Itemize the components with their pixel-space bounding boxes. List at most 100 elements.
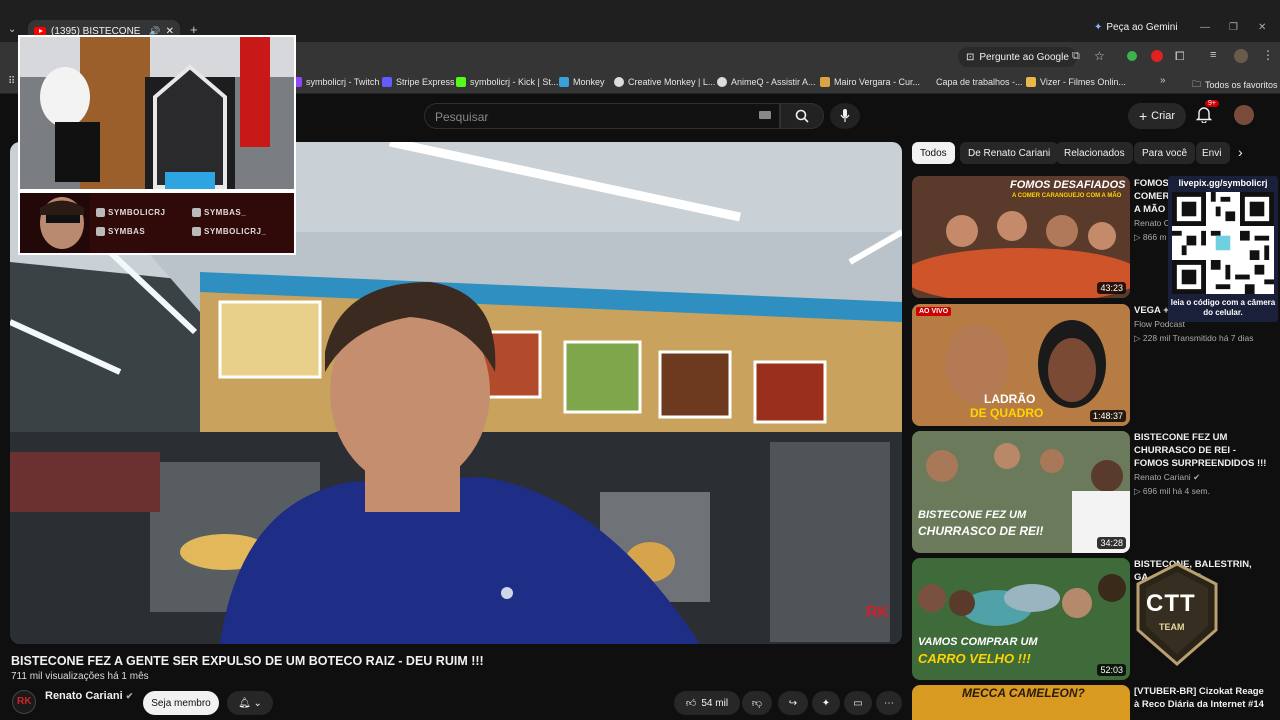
voice-search-button[interactable] — [830, 103, 860, 129]
bookmark-mairo[interactable]: Mairo Vergara - Cur... — [820, 77, 920, 87]
kick-icon — [192, 227, 201, 236]
share-button[interactable]: ↪ — [778, 691, 808, 715]
video-duration: 43:23 — [1097, 282, 1126, 294]
search-icon — [795, 109, 809, 123]
extension-red-icon[interactable] — [1151, 50, 1163, 62]
bookmark-label: Vizer - Filmes Onlin... — [1040, 77, 1126, 87]
create-button[interactable]: + Criar — [1128, 103, 1186, 129]
social-tiktok-handle: SYMBAS_ — [192, 208, 246, 217]
bookmark-label: Creative Monkey | L... — [628, 77, 716, 87]
minimize-window-icon[interactable]: — — [1200, 22, 1210, 33]
media-controls-icon[interactable]: ≡ — [1210, 49, 1216, 61]
chip-label: Todos — [920, 147, 947, 159]
gemini-label: Peça ao Gemini — [1106, 22, 1178, 33]
bookmark-kick[interactable]: symbolicrj - Kick | St... — [456, 77, 558, 87]
account-avatar[interactable] — [1234, 105, 1254, 125]
recommendation-channel[interactable]: Renato Cariani ✔ — [1134, 472, 1200, 483]
monkey-icon — [559, 77, 569, 87]
all-bookmarks-folder[interactable]: 🗀 Todos os favoritos — [1192, 77, 1278, 93]
stripe-icon — [382, 77, 392, 87]
chip-todos[interactable]: Todos — [912, 142, 955, 164]
bookmark-animeq[interactable]: AnimeQ - Assistir A... — [717, 77, 816, 87]
bookmark-star-icon[interactable]: ☆ — [1094, 49, 1105, 63]
thumbs-up-icon: 👍︎ — [685, 698, 697, 709]
thanks-button[interactable]: ✦ — [812, 691, 840, 715]
chip-para-voce[interactable]: Para você — [1134, 142, 1196, 164]
bookmark-capa[interactable]: Capa de trabalhos -... — [922, 77, 1023, 87]
recommendation-title[interactable]: BISTECONE FEZ UM CHURRASCO DE REI - FOMO… — [1134, 431, 1270, 470]
search-input[interactable]: Pesquisar — [424, 103, 780, 129]
join-button[interactable]: Seja membro — [143, 691, 219, 715]
notifications-button[interactable]: 9+ — [1195, 100, 1219, 128]
play-icon: ▷ — [1134, 486, 1143, 496]
channel-name-link[interactable]: Renato Cariani ✔ — [45, 690, 133, 702]
thumbnail-headline: LADRÃO — [984, 392, 1036, 406]
more-bookmarks-icon[interactable]: » — [1160, 75, 1166, 86]
verified-badge-icon: ✔ — [125, 691, 134, 701]
extensions-puzzle-icon[interactable]: ⧠ — [1175, 49, 1185, 64]
cast-icon[interactable]: ⧉ — [1072, 50, 1080, 63]
chips-next-chevron-icon[interactable]: › — [1238, 144, 1243, 160]
extension-green-icon[interactable] — [1127, 51, 1137, 61]
close-window-icon[interactable]: ✕ — [1258, 22, 1266, 33]
recommendation-thumbnail[interactable]: BISTECONE FEZ UM CHURRASCO DE REI! 34:28 — [912, 431, 1130, 553]
keyboard-icon[interactable] — [759, 111, 771, 119]
verified-badge-icon: ✔ — [1193, 472, 1201, 482]
recommendation-title[interactable]: [VTUBER-BR] Cizokat Reage à Reco Diária … — [1134, 685, 1270, 720]
dislike-button[interactable]: 👎︎ — [742, 691, 772, 715]
views-text: 696 mil há 4 sem. — [1142, 486, 1210, 496]
globe-icon — [614, 77, 624, 87]
channel-avatar[interactable]: RK — [12, 690, 36, 714]
apps-grid-icon[interactable]: ⠿ — [8, 76, 15, 87]
plus-icon: + — [1138, 108, 1148, 124]
profile-avatar[interactable] — [1234, 49, 1248, 63]
notifications-bell-dropdown[interactable]: 🔔︎ ⌄ — [227, 691, 273, 715]
search-button[interactable] — [780, 103, 824, 129]
bookmark-monkey[interactable]: Monkey — [559, 77, 605, 87]
chip-de-renato-cariani[interactable]: De Renato Cariani — [960, 142, 1059, 164]
livepix-qr-overlay: livepix.gg/symbolicrj leia o código com … — [1168, 176, 1278, 322]
bookmark-label: Monkey — [573, 77, 605, 87]
chip-label: Para você — [1142, 147, 1188, 159]
thumbnail-headline: BISTECONE FEZ UM — [918, 509, 1027, 521]
more-horizontal-icon: ⋯ — [884, 697, 894, 709]
mairo-icon — [820, 77, 830, 87]
bookmark-creative-monkey[interactable]: Creative Monkey | L... — [614, 77, 715, 87]
recommendation-thumbnail[interactable]: MECCA CAMELEON? — [912, 685, 1130, 720]
ask-google-button[interactable]: ⊡ Pergunte ao Google — [958, 47, 1077, 67]
channel-avatar-logo: RK — [17, 696, 32, 707]
notification-count-badge: 9+ — [1205, 100, 1219, 107]
save-playlist-icon: ▭ — [853, 697, 863, 709]
recommendation-channel[interactable]: Renato C — [1134, 218, 1170, 228]
maximize-window-icon[interactable]: ❐ — [1229, 22, 1238, 33]
recommendation-views: ▷ 866 m — [1134, 232, 1167, 243]
social-handle-text: SYMBAS_ — [204, 208, 247, 217]
google-lens-icon: ⊡ — [966, 51, 975, 63]
recommendation-thumbnail[interactable]: FOMOS DESAFIADOS A COMER CARANGUEJO COM … — [912, 176, 1130, 298]
like-button[interactable]: 👍︎ 54 mil — [674, 691, 740, 715]
ask-gemini-button[interactable]: ✦ Peça ao Gemini — [1094, 22, 1178, 33]
blank-icon — [922, 77, 932, 87]
bookmark-stripe[interactable]: Stripe Express — [382, 77, 455, 87]
recommendation-thumbnail[interactable]: VAMOS COMPRAR UM CARRO VELHO !!! 52:03 — [912, 558, 1130, 680]
bookmark-twitch[interactable]: symbolicrj - Twitch — [292, 77, 379, 87]
socials-background — [20, 193, 294, 253]
bookmark-label: Stripe Express — [396, 77, 455, 87]
recommendation-title[interactable]: FOMOS COMER A MÃO — [1134, 177, 1168, 217]
more-actions-button[interactable]: ⋯ — [876, 691, 902, 715]
thumbnail-subheadline: CHURRASCO DE REI! — [918, 524, 1044, 538]
tab-list-chevron-icon[interactable]: ⌄ — [8, 24, 16, 35]
chip-relacionados[interactable]: Relacionados — [1056, 142, 1133, 164]
browser-menu-icon[interactable]: ⋮ — [1262, 48, 1274, 62]
microphone-icon — [840, 109, 850, 122]
social-youtube-handle: SYMBAS — [96, 227, 145, 236]
qr-code-image — [1172, 192, 1274, 294]
like-count: 54 mil — [701, 697, 729, 709]
thumbs-down-icon: 👎︎ — [751, 698, 763, 709]
save-button[interactable]: ▭ — [844, 691, 872, 715]
recommendation-thumbnail[interactable]: AO VIVO LADRÃO DE QUADRO 1:48:37 — [912, 304, 1130, 426]
social-handles-overlay: SYMBOLICRJ SYMBAS_ SYMBAS SYMBOLICRJ_ — [18, 191, 296, 255]
qr-caption: leia o código com a câmera do celular. — [1170, 298, 1276, 317]
bookmark-vizer[interactable]: Vizer - Filmes Onlin... — [1026, 77, 1126, 87]
chip-enviados[interactable]: Envi — [1196, 142, 1230, 164]
